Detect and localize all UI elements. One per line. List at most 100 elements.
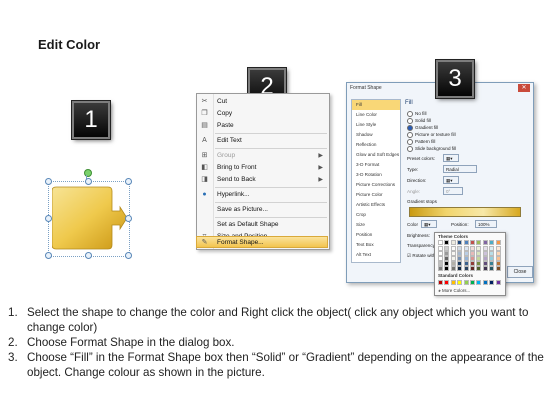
color-swatch[interactable] <box>444 240 450 245</box>
radio-icon <box>407 117 413 124</box>
type-label: Type: <box>407 167 419 172</box>
color-swatch[interactable] <box>482 280 488 285</box>
color-swatch[interactable] <box>438 280 443 285</box>
menu-separator <box>215 133 327 134</box>
radio-icon <box>407 110 413 117</box>
menu-item-hyperlink[interactable]: ● Hyperlink... <box>197 189 329 201</box>
radio-no-fill[interactable]: No fill <box>407 110 427 117</box>
color-swatch[interactable] <box>495 280 501 285</box>
color-swatch[interactable] <box>482 240 488 245</box>
category-item[interactable]: Text Box <box>352 240 400 250</box>
resize-handle[interactable] <box>45 215 52 222</box>
color-swatch[interactable] <box>476 266 482 271</box>
more-colors-link[interactable]: ◕ More Colors... <box>438 288 470 293</box>
close-button[interactable]: Close <box>507 266 533 278</box>
radio-solid-fill[interactable]: Solid fill <box>407 117 431 124</box>
color-swatch[interactable] <box>476 240 482 245</box>
category-item[interactable]: Crop <box>352 210 400 220</box>
brightness-label: Brightness: <box>407 233 430 238</box>
category-item[interactable]: Line Style <box>352 120 400 130</box>
color-swatch[interactable] <box>489 280 495 285</box>
menu-item-format-shape[interactable]: ✎ Format Shape... <box>196 236 328 248</box>
direction-dropdown[interactable]: ▦▾ <box>443 176 459 184</box>
gradient-stops-bar[interactable] <box>409 207 521 217</box>
dialog-title: Format Shape <box>350 85 382 91</box>
radio-slide-background-fill[interactable]: Slide background fill <box>407 145 456 152</box>
category-item[interactable]: Line Color <box>352 110 400 120</box>
menu-item-cut[interactable]: ✂ Cut <box>197 96 329 108</box>
resize-handle[interactable] <box>45 252 52 259</box>
edit-text-icon: A <box>202 137 207 144</box>
angle-input[interactable]: 0° <box>443 187 463 195</box>
color-swatch[interactable] <box>463 240 469 245</box>
color-swatch[interactable] <box>476 280 482 285</box>
category-item[interactable]: Artistic Effects <box>352 200 400 210</box>
category-item[interactable]: Glow and Soft Edges <box>352 150 400 160</box>
resize-handle[interactable] <box>85 252 92 259</box>
color-swatch[interactable] <box>438 240 443 245</box>
category-item-fill[interactable]: Fill <box>352 100 400 110</box>
category-item[interactable]: Position <box>352 230 400 240</box>
color-swatch[interactable] <box>450 240 456 245</box>
type-select[interactable]: Radial <box>443 165 477 173</box>
standard-colors-label: Standard Colors <box>438 273 474 278</box>
format-shape-icon: ✎ <box>201 239 208 246</box>
menu-item-set-default-shape[interactable]: Set as Default Shape <box>197 219 329 231</box>
color-label: Color <box>407 222 418 227</box>
menu-item-group: ⊞ Group ▶ <box>197 150 329 162</box>
category-item[interactable]: 3-D Format <box>352 160 400 170</box>
radio-pattern-fill[interactable]: Pattern fill <box>407 138 435 145</box>
category-list: Fill Line Color Line Style Shadow Reflec… <box>351 99 401 263</box>
menu-separator <box>215 148 327 149</box>
selected-shape[interactable] <box>44 169 132 259</box>
color-swatch[interactable] <box>482 266 488 271</box>
page-title: Edit Color <box>38 37 101 52</box>
color-swatch[interactable] <box>457 280 463 285</box>
color-swatch[interactable] <box>463 266 469 271</box>
color-swatch[interactable] <box>489 240 495 245</box>
color-swatch[interactable] <box>463 280 469 285</box>
color-swatch[interactable] <box>470 240 475 245</box>
arrow-box-shape[interactable] <box>52 185 128 251</box>
color-swatch[interactable] <box>444 280 450 285</box>
color-swatch[interactable] <box>470 280 475 285</box>
resize-handle[interactable] <box>45 178 52 185</box>
menu-item-edit-text[interactable]: A Edit Text <box>197 135 329 147</box>
category-item[interactable]: Size <box>352 220 400 230</box>
category-item[interactable]: Reflection <box>352 140 400 150</box>
resize-handle[interactable] <box>125 252 132 259</box>
color-swatch[interactable] <box>444 266 450 271</box>
menu-item-paste[interactable]: ▤ Paste <box>197 120 329 132</box>
menu-item-save-as-picture[interactable]: Save as Picture... <box>197 204 329 216</box>
color-swatch[interactable] <box>489 266 495 271</box>
menu-item-copy[interactable]: ❐ Copy <box>197 108 329 120</box>
color-swatch[interactable] <box>450 266 456 271</box>
category-item[interactable]: Picture Color <box>352 190 400 200</box>
color-swatch[interactable] <box>450 280 456 285</box>
color-swatch[interactable] <box>457 266 463 271</box>
preset-colors-label: Preset colors: <box>407 156 436 161</box>
color-swatch[interactable] <box>495 266 501 271</box>
category-item[interactable]: Alt Text <box>352 250 400 260</box>
resize-handle[interactable] <box>85 178 92 185</box>
preset-colors-dropdown[interactable]: ▦▾ <box>443 154 459 162</box>
category-item[interactable]: Shadow <box>352 130 400 140</box>
menu-item-bring-to-front[interactable]: ◧ Bring to Front ▶ <box>197 162 329 174</box>
resize-handle[interactable] <box>125 178 132 185</box>
context-menu: ✂ Cut ❐ Copy ▤ Paste A Edit Text ⊞ Group ▶ ◧ Br… <box>196 93 330 250</box>
resize-handle[interactable] <box>125 215 132 222</box>
color-swatch[interactable] <box>457 240 463 245</box>
menu-item-send-to-back[interactable]: ◨ Send to Back ▶ <box>197 174 329 186</box>
close-icon[interactable]: ✕ <box>518 84 530 92</box>
copy-icon: ❐ <box>201 110 208 117</box>
color-swatch[interactable] <box>495 240 501 245</box>
color-picker-button[interactable]: ▦▾ <box>421 220 437 228</box>
category-item[interactable]: Picture Corrections <box>352 180 400 190</box>
position-input[interactable]: 100% <box>475 220 497 228</box>
radio-picture-fill[interactable]: Picture or texture fill <box>407 131 456 138</box>
instruction-item: 3. Choose “Fill” in the Format Shape box … <box>8 351 544 379</box>
category-item[interactable]: 3-D Rotation <box>352 170 400 180</box>
radio-gradient-fill[interactable]: Gradient fill <box>407 124 438 131</box>
color-swatch[interactable] <box>470 266 475 271</box>
color-swatch[interactable] <box>438 266 443 271</box>
